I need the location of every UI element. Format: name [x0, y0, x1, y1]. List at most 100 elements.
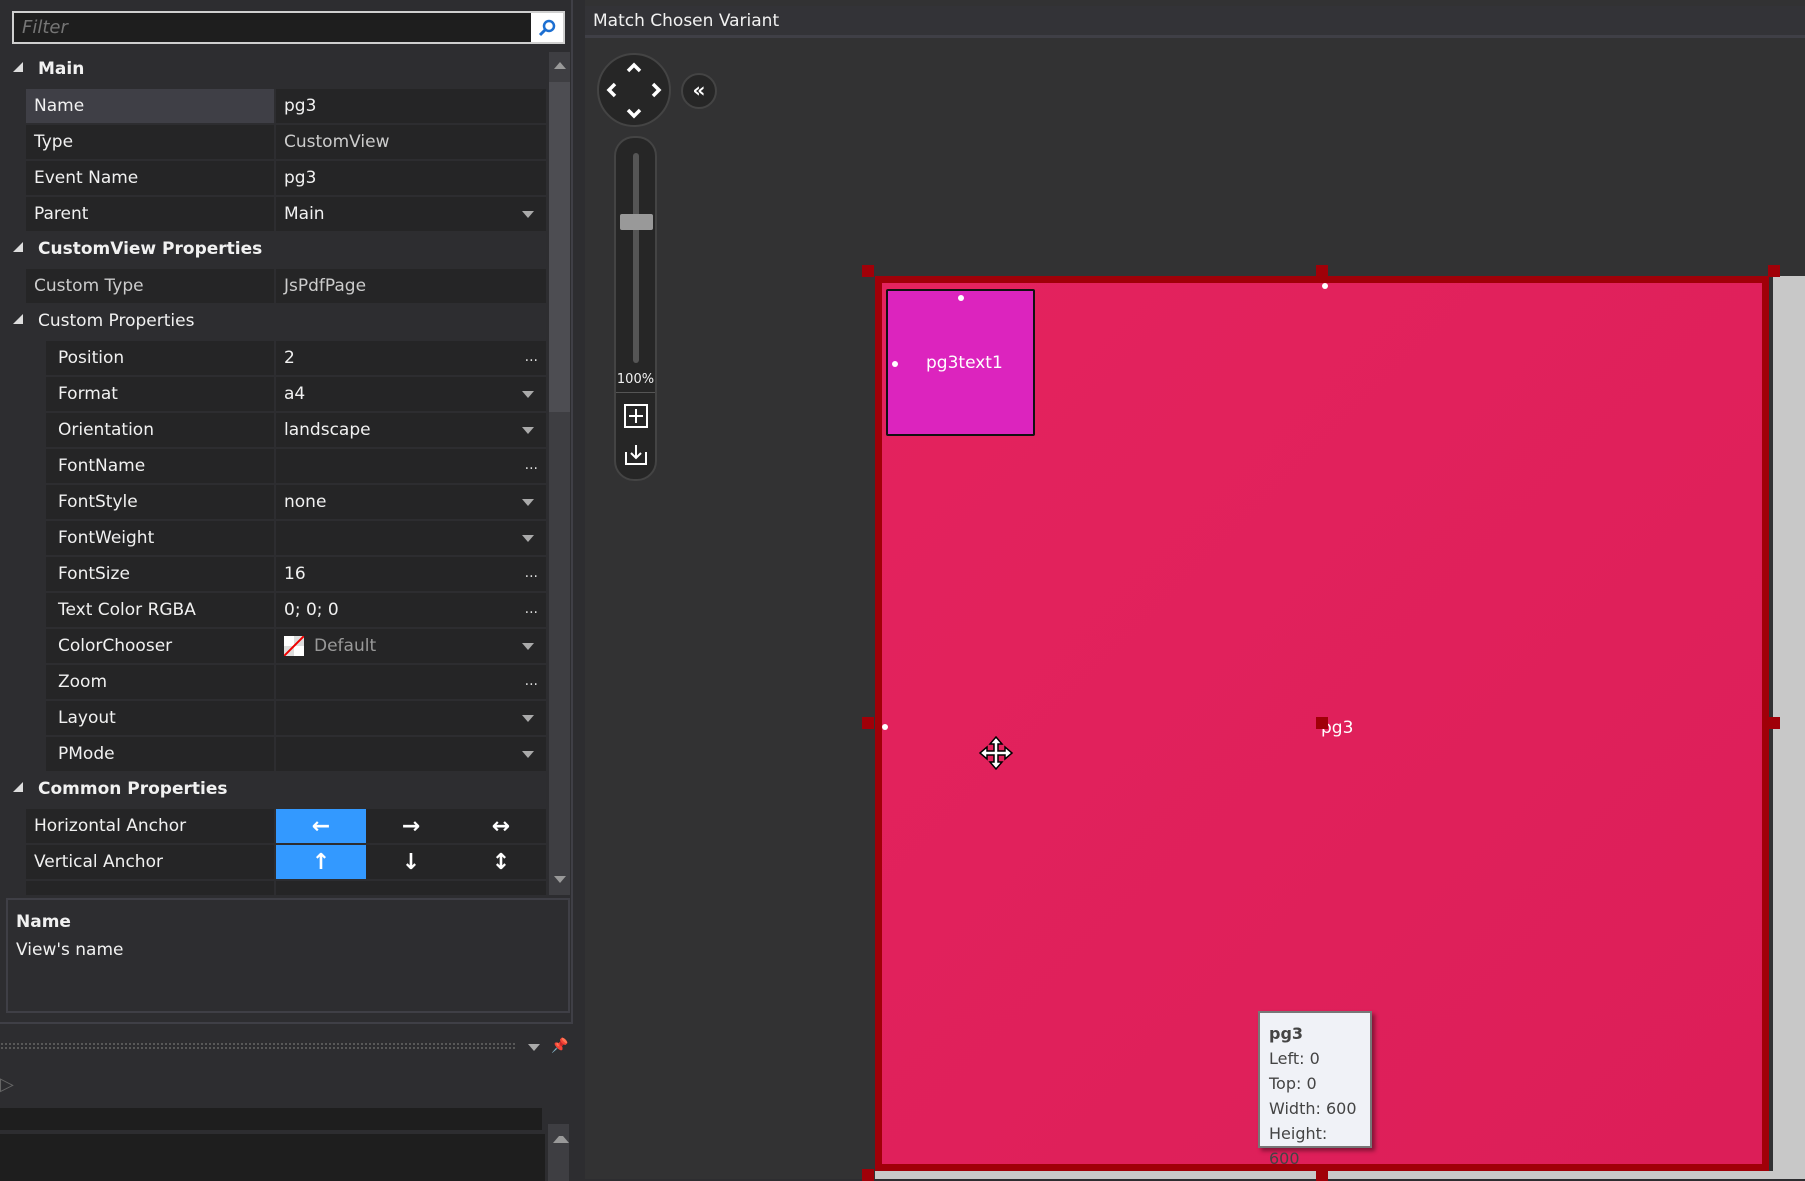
prop-value[interactable]: 2 [284, 348, 295, 368]
prop-value[interactable]: 0; 0; 0 [284, 600, 339, 620]
prop-event-name[interactable]: Event Name pg3 [6, 160, 546, 196]
scroll-down-icon[interactable] [554, 876, 566, 883]
chevron-down-icon[interactable] [522, 751, 534, 758]
child-view-pg3text1[interactable]: pg3text1 [886, 289, 1035, 436]
prop-custom-type[interactable]: Custom Type JsPdfPage [6, 268, 546, 304]
prop-label: Orientation [46, 413, 274, 447]
ellipsis-button[interactable]: ... [525, 673, 538, 689]
resize-handle[interactable] [1316, 265, 1328, 277]
prop-value[interactable]: Default [314, 636, 376, 656]
ellipsis-button[interactable]: ... [525, 601, 538, 617]
designer-title: Match Chosen Variant [585, 6, 1805, 38]
collapse-icon[interactable] [13, 242, 23, 252]
prop-type[interactable]: Type CustomView [6, 124, 546, 160]
resize-handle[interactable] [862, 265, 874, 277]
export-download-icon[interactable] [624, 444, 648, 466]
prop-label: FontStyle [46, 485, 274, 519]
prop-colorchooser[interactable]: ColorChooser Default [6, 628, 546, 664]
chevron-down-icon[interactable] [522, 427, 534, 434]
description-text: View's name [16, 940, 124, 960]
prop-position[interactable]: Position 2... [6, 340, 546, 376]
no-color-swatch-icon [284, 636, 304, 656]
pan-up-icon [626, 62, 642, 73]
prop-fontname[interactable]: FontName... [6, 448, 546, 484]
prop-fontstyle[interactable]: FontStyle none [6, 484, 546, 520]
panel-grip[interactable] [0, 1042, 515, 1050]
description-title: Name [16, 912, 71, 932]
chevron-down-icon[interactable] [522, 643, 534, 650]
tooltip-left: Left: 0 [1269, 1049, 1320, 1068]
prop-left-partial[interactable] [6, 880, 546, 895]
prop-layout[interactable]: Layout [6, 700, 546, 736]
resize-handle[interactable] [1316, 717, 1328, 729]
pan-control [597, 53, 671, 127]
collapse-icon[interactable] [13, 62, 23, 72]
resize-handle[interactable] [862, 717, 874, 729]
output-scrollbar[interactable] [548, 1124, 569, 1181]
prop-value[interactable]: landscape [284, 420, 371, 440]
zoom-slider-thumb[interactable] [620, 214, 653, 230]
anchor-bottom-button[interactable]: ↓ [366, 845, 456, 879]
filter-input[interactable] [14, 13, 531, 42]
ellipsis-button[interactable]: ... [525, 565, 538, 581]
ellipsis-button[interactable]: ... [525, 349, 538, 365]
anchor-top-button[interactable]: ↑ [276, 845, 366, 879]
pin-icon[interactable]: 📌 [551, 1038, 568, 1054]
prop-value[interactable]: none [284, 492, 326, 512]
prop-name[interactable]: Name pg3 [6, 88, 546, 124]
chevron-down-icon[interactable] [522, 535, 534, 542]
prop-text-color[interactable]: Text Color RGBA 0; 0; 0... [6, 592, 546, 628]
prop-label: Text Color RGBA [46, 593, 274, 627]
filter-box[interactable] [12, 11, 565, 44]
prop-value[interactable]: a4 [284, 384, 305, 404]
chevron-down-icon[interactable] [522, 211, 534, 218]
anchor-both-horizontal-button[interactable]: ↔ [456, 809, 546, 843]
resize-handle[interactable] [862, 1169, 874, 1181]
collapse-icon[interactable] [13, 782, 23, 792]
resize-handle[interactable] [1768, 265, 1780, 277]
ellipsis-button[interactable]: ... [525, 457, 538, 473]
pan-left-icon [606, 82, 617, 98]
parent-dropdown[interactable]: Main [276, 197, 546, 231]
anchor-both-vertical-button[interactable]: ↕ [456, 845, 546, 879]
zoom-control: 100% [614, 136, 657, 481]
prop-value[interactable]: 16 [284, 564, 306, 584]
output-input[interactable] [0, 1108, 542, 1130]
resize-handle[interactable] [1768, 717, 1780, 729]
property-grid-scrollbar[interactable] [549, 52, 570, 895]
collapse-icon[interactable] [13, 314, 23, 324]
prop-value[interactable]: pg3 [276, 89, 546, 123]
prop-pmode[interactable]: PMode [6, 736, 546, 772]
chevron-down-icon[interactable] [522, 499, 534, 506]
fit-to-screen-icon[interactable] [624, 404, 648, 428]
prop-value: Main [284, 204, 325, 224]
chevron-down-icon[interactable] [528, 1044, 540, 1051]
anchor-right-button[interactable]: → [366, 809, 456, 843]
prop-label: Parent [26, 197, 274, 231]
prop-zoom[interactable]: Zoom... [6, 664, 546, 700]
prop-orientation[interactable]: Orientation landscape [6, 412, 546, 448]
section-main[interactable]: Main [6, 52, 546, 88]
scroll-thumb[interactable] [549, 82, 570, 412]
pan-right-icon [651, 82, 662, 98]
prop-value[interactable]: pg3 [276, 161, 546, 195]
bottom-panel: 📌 ▷ [0, 1022, 573, 1181]
anchor-left-button[interactable]: ← [276, 809, 366, 843]
prop-fontweight[interactable]: FontWeight [6, 520, 546, 556]
section-common[interactable]: Common Properties [6, 772, 546, 808]
prop-fontsize[interactable]: FontSize 16... [6, 556, 546, 592]
prop-label: Type [26, 125, 274, 159]
section-customview[interactable]: CustomView Properties [6, 232, 546, 268]
prop-label: Position [46, 341, 274, 375]
zoom-slider-track[interactable] [633, 153, 639, 363]
section-custom-properties[interactable]: Custom Properties [6, 304, 546, 340]
scroll-up-icon[interactable] [554, 62, 566, 69]
prop-format[interactable]: Format a4 [6, 376, 546, 412]
prop-vertical-anchor: Vertical Anchor ↑ ↓ ↕ [6, 844, 546, 880]
run-icon[interactable]: ▷ [0, 1074, 14, 1095]
chevron-down-icon[interactable] [522, 715, 534, 722]
collapse-panel-button[interactable]: « [681, 73, 717, 109]
search-icon[interactable] [531, 13, 563, 42]
chevron-down-icon[interactable] [522, 391, 534, 398]
prop-parent[interactable]: Parent Main [6, 196, 546, 232]
